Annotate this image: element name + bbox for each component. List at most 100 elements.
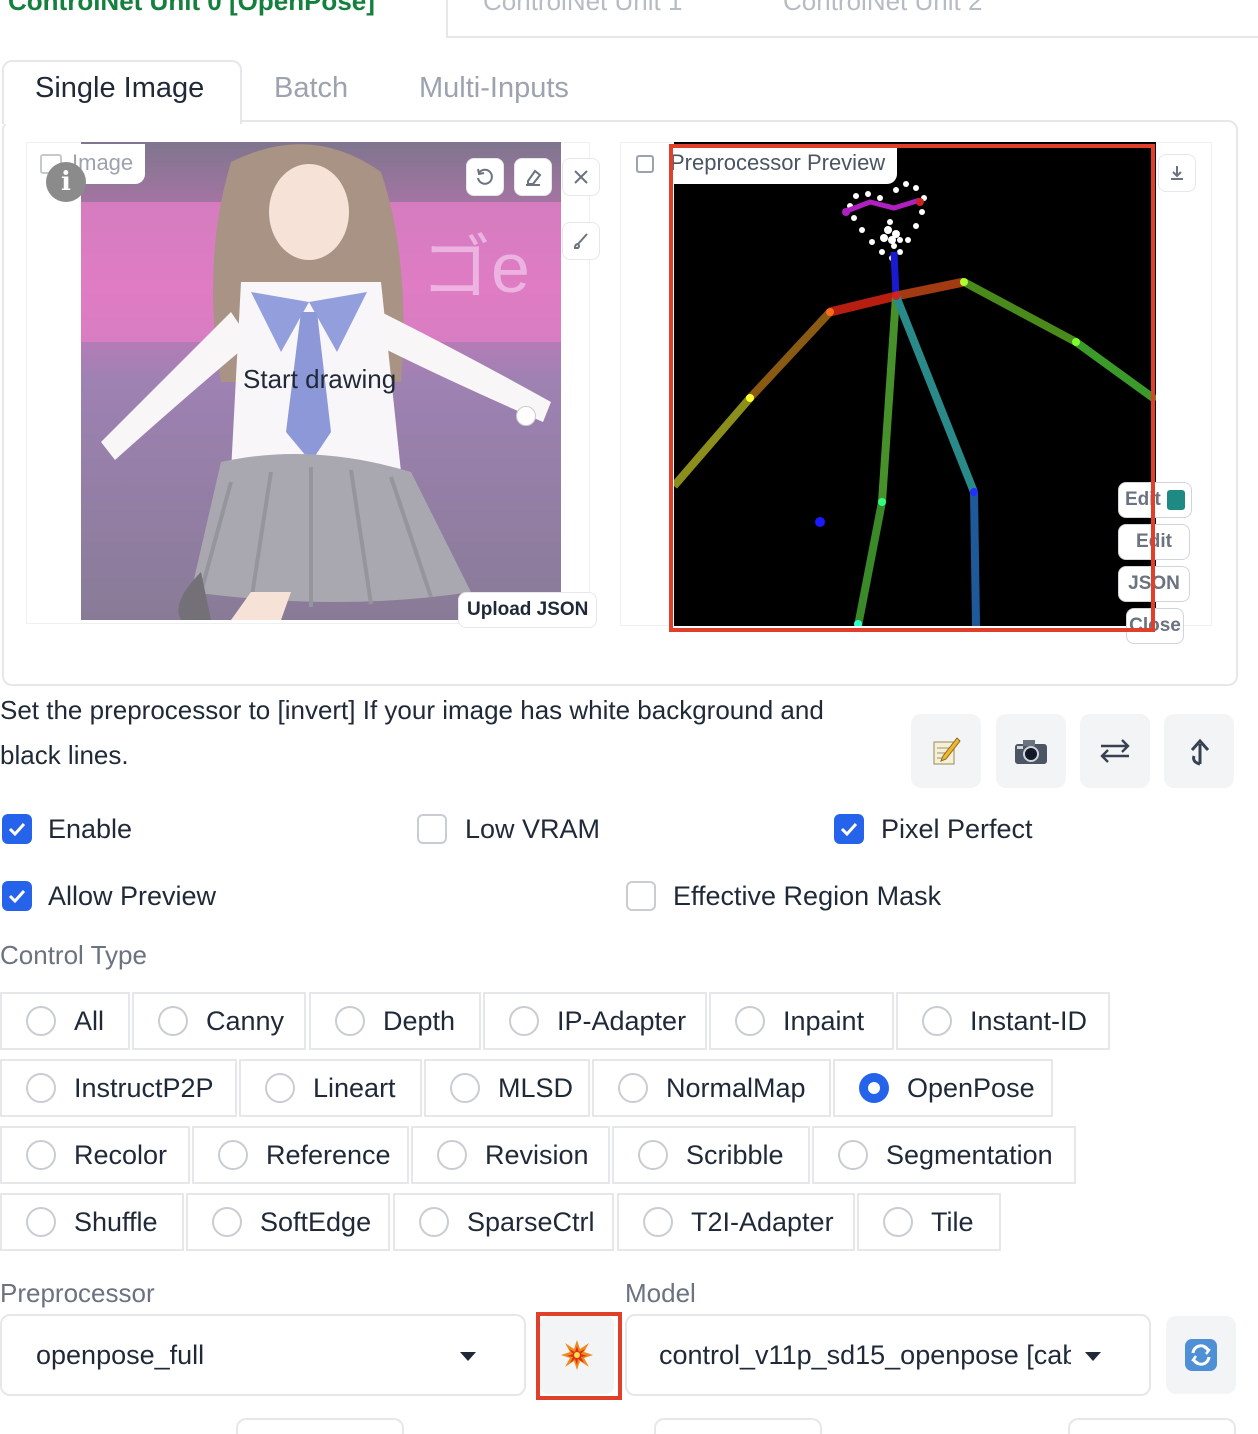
control-type-normalmap[interactable]: NormalMap	[592, 1059, 831, 1117]
image-icon	[636, 155, 654, 174]
control-type-reference[interactable]: Reference	[192, 1126, 409, 1184]
edit-pencil-button[interactable]	[911, 714, 981, 788]
radio-label: Recolor	[74, 1139, 168, 1170]
model-select[interactable]: control_v11p_sd15_openpose [cab	[625, 1314, 1151, 1396]
radio-icon	[509, 1006, 539, 1036]
radio-label: SoftEdge	[260, 1206, 372, 1237]
enable-checkbox[interactable]	[2, 814, 32, 844]
chevron-down-icon	[1085, 1352, 1101, 1361]
tab-unit-2[interactable]: ControlNet Unit 2	[783, 0, 982, 17]
undo-icon	[477, 168, 493, 185]
clear-button[interactable]	[562, 158, 600, 196]
radio-label: Tile	[931, 1206, 974, 1237]
control-type-depth[interactable]: Depth	[309, 992, 481, 1050]
chevron-down-icon	[460, 1352, 476, 1361]
check-icon	[8, 822, 26, 836]
partial-control	[1068, 1418, 1236, 1434]
download-icon	[1171, 166, 1183, 180]
camera-icon	[1015, 740, 1047, 764]
tab-batch[interactable]: Batch	[274, 72, 348, 105]
radio-label: Instant-ID	[970, 1005, 1088, 1036]
eraser-icon	[526, 169, 542, 186]
radio-label: All	[74, 1005, 105, 1036]
swap-icon	[1100, 739, 1130, 763]
send-up-button[interactable]	[1164, 714, 1234, 788]
eraser-button[interactable]	[514, 158, 552, 196]
radio-label: Scribble	[686, 1139, 784, 1170]
radio-label: Lineart	[313, 1072, 396, 1103]
radio-label: NormalMap	[666, 1072, 806, 1103]
highlight-run-frame	[536, 1312, 622, 1400]
preprocessor-hint: Set the preprocessor to [invert] If your…	[0, 695, 824, 770]
control-type-ip-adapter[interactable]: IP-Adapter	[483, 992, 707, 1050]
control-type-canny[interactable]: Canny	[132, 992, 306, 1050]
control-type-instant-id[interactable]: Instant-ID	[896, 992, 1110, 1050]
control-type-softedge[interactable]: SoftEdge	[186, 1193, 390, 1251]
model-label: Model	[625, 1278, 696, 1308]
radio-icon	[735, 1006, 765, 1036]
preprocessor-label: Preprocessor	[0, 1278, 155, 1308]
radio-icon	[26, 1140, 56, 1170]
radio-label: Inpaint	[783, 1005, 865, 1036]
radio-icon	[26, 1006, 56, 1036]
allow-preview-label: Allow Preview	[48, 881, 217, 911]
close-icon	[574, 170, 588, 184]
tab-multi-inputs[interactable]: Multi-Inputs	[419, 72, 569, 105]
allow-preview-checkbox[interactable]	[2, 881, 32, 911]
brush-icon	[573, 233, 588, 249]
undo-button[interactable]	[466, 158, 504, 196]
swap-button[interactable]	[1080, 714, 1150, 788]
refresh-icon	[1185, 1339, 1217, 1371]
pixel-perfect-checkbox[interactable]	[834, 814, 864, 844]
control-type-lineart[interactable]: Lineart	[239, 1059, 422, 1117]
send-up-icon	[1190, 738, 1210, 766]
control-type-openpose[interactable]: OpenPose	[833, 1059, 1053, 1117]
preprocessor-select[interactable]: openpose_full	[0, 1314, 526, 1396]
control-type-segmentation[interactable]: Segmentation	[812, 1126, 1076, 1184]
refresh-models-button[interactable]	[1166, 1316, 1236, 1394]
upload-json-button[interactable]: Upload JSON	[458, 592, 598, 628]
control-type-t2i-adapter[interactable]: T2I-Adapter	[617, 1193, 855, 1251]
tab-unit-0[interactable]: ControlNet Unit 0 [OpenPose]	[8, 0, 375, 17]
control-type-all[interactable]: All	[0, 992, 130, 1050]
camera-button[interactable]	[996, 714, 1066, 788]
control-type-mlsd[interactable]: MLSD	[424, 1059, 590, 1117]
control-type-revision[interactable]: Revision	[411, 1126, 610, 1184]
radio-label: Segmentation	[886, 1139, 1053, 1170]
control-type-scribble[interactable]: Scribble	[612, 1126, 810, 1184]
tab-underline	[446, 36, 1258, 38]
low-vram-checkbox[interactable]	[417, 814, 447, 844]
control-type-sparsectrl[interactable]: SparseCtrl	[393, 1193, 614, 1251]
partial-control	[236, 1418, 404, 1434]
canvas-hint: Start drawing	[243, 364, 397, 394]
brush-button[interactable]	[562, 222, 600, 260]
preprocessor-value: openpose_full	[36, 1339, 205, 1370]
radio-icon	[26, 1207, 56, 1237]
model-value: control_v11p_sd15_openpose [cab	[659, 1339, 1071, 1370]
control-type-label: Control Type	[0, 940, 147, 970]
control-type-recolor[interactable]: Recolor	[0, 1126, 190, 1184]
control-type-instructp2p[interactable]: InstructP2P	[0, 1059, 237, 1117]
tab-separator	[446, 0, 448, 38]
control-type-inpaint[interactable]: Inpaint	[709, 992, 894, 1050]
radio-icon	[212, 1207, 242, 1237]
effective-region-mask-checkbox[interactable]	[626, 881, 656, 911]
photopea-icon	[1166, 490, 1185, 510]
download-button[interactable]	[1158, 154, 1196, 192]
control-type-shuffle[interactable]: Shuffle	[0, 1193, 184, 1251]
radio-label: Canny	[206, 1005, 285, 1036]
partial-control	[654, 1418, 822, 1434]
tab-single-image[interactable]: Single Image	[35, 72, 204, 105]
radio-icon	[26, 1073, 56, 1103]
tab-unit-1[interactable]: ControlNet Unit 1	[483, 0, 682, 17]
radio-label: Depth	[383, 1005, 456, 1036]
info-icon[interactable]: i	[46, 162, 86, 202]
radio-icon	[265, 1073, 295, 1103]
radio-icon	[419, 1207, 449, 1237]
radio-label: InstructP2P	[74, 1072, 214, 1103]
radio-icon	[922, 1006, 952, 1036]
radio-label: MLSD	[498, 1072, 574, 1103]
highlight-preview-frame	[669, 144, 1155, 632]
control-type-tile[interactable]: Tile	[857, 1193, 1001, 1251]
edit-pencil-icon	[933, 737, 961, 765]
